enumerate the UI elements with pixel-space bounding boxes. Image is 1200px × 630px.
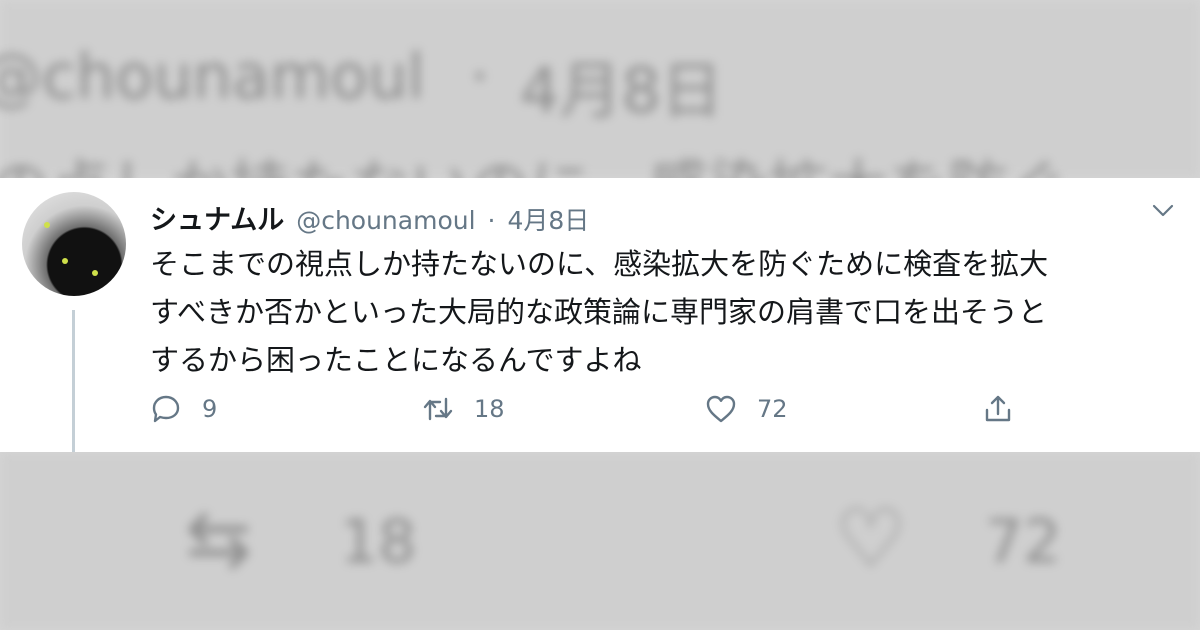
retweet-count: 18 — [474, 395, 505, 423]
tweet-text-line: すべきか否かといった大局的な政策論に専門家の肩書で口を出そうと — [150, 295, 1047, 329]
backdrop-handle: @chounamoul — [0, 40, 425, 113]
heart-icon — [706, 395, 736, 423]
tweet-card[interactable]: シュナムル @chounamoul · 4月8日 そこまでの視点しか持たないのに… — [0, 178, 1200, 452]
avatar[interactable] — [22, 192, 126, 296]
reply-button[interactable]: 9 — [150, 393, 217, 425]
backdrop-date: 4月8日 — [520, 54, 723, 127]
tweet-date[interactable]: 4月8日 — [508, 201, 590, 237]
avatar-dot — [44, 222, 50, 228]
header-separator: · — [487, 206, 496, 235]
backdrop-separator: · — [470, 40, 490, 113]
backdrop-like-count: 72 — [985, 507, 1062, 577]
avatar-dot — [92, 270, 98, 276]
like-button[interactable]: 72 — [705, 393, 788, 425]
backdrop-retweet-count: 18 — [340, 507, 417, 577]
retweet-icon — [423, 397, 453, 421]
tweet-text-line: するから困ったことになるんですよね — [150, 343, 642, 377]
share-icon — [985, 395, 1011, 422]
backdrop-bottom: ⇆ 18 ♡ 72 — [0, 452, 1200, 630]
thread-line — [72, 310, 75, 452]
like-count: 72 — [757, 395, 788, 423]
display-name[interactable]: シュナムル — [150, 198, 284, 237]
reply-icon — [152, 395, 180, 423]
tweet-text: そこまでの視点しか持たないのに、感染拡大を防ぐために検査を拡大 すべきか否かとい… — [150, 240, 1180, 384]
tweet-header: シュナムル @chounamoul · 4月8日 — [150, 198, 589, 237]
backdrop-top: @chounamoul · 4月8日 の点しか持たないのに、感染拡大を防ぐ — [0, 0, 1200, 224]
retweet-button[interactable]: 18 — [422, 393, 505, 425]
reply-count: 9 — [202, 395, 218, 423]
user-handle[interactable]: @chounamoul — [296, 206, 475, 235]
share-button[interactable] — [982, 393, 1014, 425]
backdrop-retweet-icon: ⇆ — [185, 492, 253, 585]
avatar-dot — [62, 258, 68, 264]
chevron-down-icon[interactable] — [1150, 200, 1176, 220]
tweet-text-line: そこまでの視点しか持たないのに、感染拡大を防ぐために検査を拡大 — [150, 247, 1049, 281]
backdrop-heart-icon: ♡ — [835, 492, 907, 585]
